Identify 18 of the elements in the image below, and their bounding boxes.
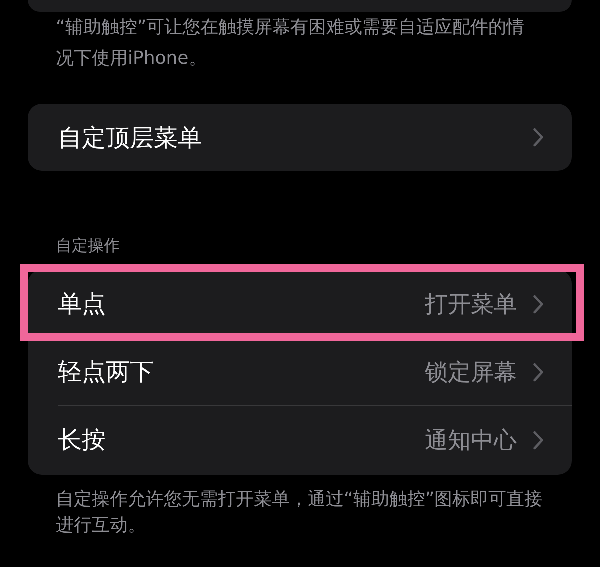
top-menu-row[interactable]: 自定顶层菜单 — [28, 104, 572, 171]
section-header: 自定操作 — [55, 235, 121, 257]
action-row[interactable]: 轻点两下 锁定屏幕 — [28, 338, 572, 406]
row-label: 自定顶层菜单 — [58, 122, 203, 154]
action-row[interactable]: 长按 通知中心 — [28, 406, 572, 474]
chevron-icon — [533, 294, 544, 314]
footer-note: 自定操作允许您无需打开菜单，通过“辅助触控”图标即可直接进行互动。 — [55, 488, 544, 538]
row-label: 长按 — [58, 425, 107, 456]
row-label: 单点 — [58, 289, 107, 320]
row-value: 锁定屏幕 — [425, 358, 517, 388]
row-value: 打开菜单 — [425, 290, 517, 320]
row-value: 通知中心 — [425, 426, 517, 456]
row-label: 轻点两下 — [58, 357, 155, 388]
chevron-icon — [533, 128, 544, 147]
chevron-icon — [533, 362, 544, 382]
chevron-icon — [533, 430, 544, 450]
action-row[interactable]: 单点 打开菜单 — [28, 270, 572, 338]
intro-note: “辅助触控”可让您在触摸屏幕有困难或需要自适应配件的情况下使用iPhone。 — [55, 16, 526, 71]
